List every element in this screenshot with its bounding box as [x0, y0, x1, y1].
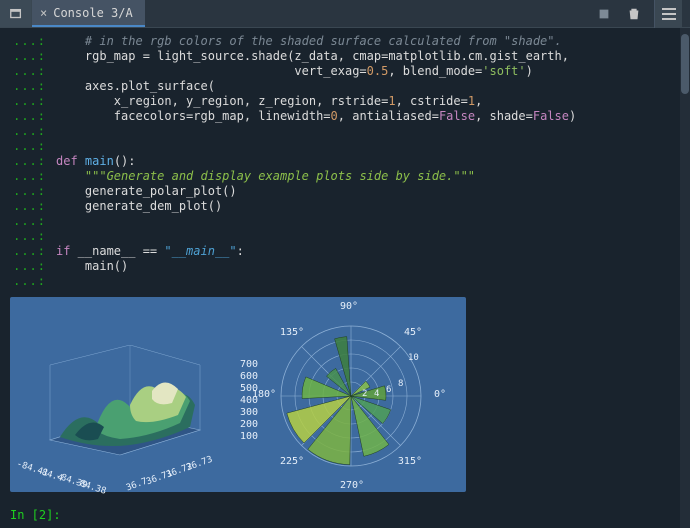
radius-tick: 6	[386, 385, 391, 395]
code-line: ...: rgb_map = light_source.shade(z_data…	[10, 49, 670, 64]
code-line: ...: x_region, y_region, z_region, rstri…	[10, 94, 670, 109]
surface-plot: 700 600 500 400 300 200 100 -84.41 -84.4…	[26, 327, 236, 482]
code-text: generate_polar_plot()	[56, 184, 670, 199]
gutter: ...:	[10, 169, 56, 184]
gutter: ...:	[10, 34, 56, 49]
angle-label: 135°	[280, 327, 304, 338]
code-text: """Generate and display example plots si…	[56, 169, 670, 184]
scrollbar[interactable]	[680, 28, 690, 528]
code-line: ...:	[10, 229, 670, 244]
z-tick: 100	[240, 431, 258, 442]
code-text	[56, 124, 670, 139]
gutter: ...:	[10, 64, 56, 79]
gutter: ...:	[10, 229, 56, 244]
z-tick: 700	[240, 359, 258, 370]
code-text: if __name__ == "__main__":	[56, 244, 670, 259]
code-text: axes.plot_surface(	[56, 79, 670, 94]
gutter: ...:	[10, 184, 56, 199]
radius-tick: 2	[362, 389, 367, 399]
gutter: ...:	[10, 214, 56, 229]
z-tick: 300	[240, 407, 258, 418]
code-text: def main():	[56, 154, 670, 169]
trash-icon[interactable]	[624, 4, 644, 24]
code-line: ...:	[10, 274, 670, 289]
code-text	[56, 274, 670, 289]
toolbar-right	[586, 0, 690, 28]
close-icon[interactable]: ×	[40, 6, 47, 20]
radius-tick: 10	[408, 353, 419, 363]
code-line: ...:def main():	[10, 154, 670, 169]
code-line: ...: """Generate and display example plo…	[10, 169, 670, 184]
code-line: ...: generate_polar_plot()	[10, 184, 670, 199]
console-tab[interactable]: × Console 3/A	[32, 0, 145, 27]
stop-icon[interactable]	[594, 4, 614, 24]
gutter: ...:	[10, 199, 56, 214]
code-line: ...:	[10, 139, 670, 154]
code-line: ...:if __name__ == "__main__":	[10, 244, 670, 259]
input-prompt[interactable]: In [2]:	[10, 508, 61, 522]
code-text: x_region, y_region, z_region, rstride=1,…	[56, 94, 670, 109]
code-block: ...: # in the rgb colors of the shaded s…	[0, 28, 690, 289]
x-tick: -84.38	[73, 477, 107, 497]
gutter: ...:	[10, 274, 56, 289]
gutter: ...:	[10, 79, 56, 94]
code-line: ...: axes.plot_surface(	[10, 79, 670, 94]
z-tick: 600	[240, 371, 258, 382]
new-window-icon[interactable]	[0, 0, 32, 27]
tabstrip: × Console 3/A	[0, 0, 586, 27]
angle-label: 270°	[340, 480, 364, 491]
console-output[interactable]: ...: # in the rgb colors of the shaded s…	[0, 28, 690, 528]
gutter: ...:	[10, 49, 56, 64]
angle-label: 45°	[404, 327, 422, 338]
y-tick: 36.73	[185, 455, 214, 474]
code-line: ...: facecolors=rgb_map, linewidth=0, an…	[10, 109, 670, 124]
titlebar: × Console 3/A	[0, 0, 690, 28]
code-text: generate_dem_plot()	[56, 199, 670, 214]
code-line: ...: generate_dem_plot()	[10, 199, 670, 214]
code-line: ...: vert_exag=0.5, blend_mode='soft')	[10, 64, 670, 79]
gutter: ...:	[10, 244, 56, 259]
code-line: ...:	[10, 214, 670, 229]
menu-icon[interactable]	[654, 0, 682, 28]
angle-label: 315°	[398, 456, 422, 467]
gutter: ...:	[10, 154, 56, 169]
angle-label: 225°	[280, 456, 304, 467]
code-text: facecolors=rgb_map, linewidth=0, antiali…	[56, 109, 670, 124]
angle-label: 90°	[340, 301, 358, 312]
gutter: ...:	[10, 94, 56, 109]
plot-output: 700 600 500 400 300 200 100 -84.41 -84.4…	[10, 297, 466, 492]
gutter: ...:	[10, 139, 56, 154]
gutter: ...:	[10, 109, 56, 124]
code-line: ...: # in the rgb colors of the shaded s…	[10, 34, 670, 49]
angle-label: 180°	[252, 389, 276, 400]
code-line: ...:	[10, 124, 670, 139]
radius-tick: 4	[374, 389, 379, 399]
gutter: ...:	[10, 259, 56, 274]
scrollbar-thumb[interactable]	[681, 34, 689, 94]
gutter: ...:	[10, 124, 56, 139]
code-text: main()	[56, 259, 670, 274]
code-text	[56, 214, 670, 229]
code-text: rgb_map = light_source.shade(z_data, cma…	[56, 49, 670, 64]
terrain-surface	[40, 345, 208, 457]
radius-tick: 8	[398, 379, 403, 389]
code-text: # in the rgb colors of the shaded surfac…	[56, 34, 670, 49]
code-text	[56, 229, 670, 244]
polar-plot: 0° 45° 90° 135° 180° 225° 270° 315° 2 4 …	[258, 303, 444, 489]
console-tab-label: Console 3/A	[53, 6, 132, 20]
z-tick: 200	[240, 419, 258, 430]
code-text	[56, 139, 670, 154]
angle-label: 0°	[434, 389, 446, 400]
code-text: vert_exag=0.5, blend_mode='soft')	[56, 64, 670, 79]
code-line: ...: main()	[10, 259, 670, 274]
